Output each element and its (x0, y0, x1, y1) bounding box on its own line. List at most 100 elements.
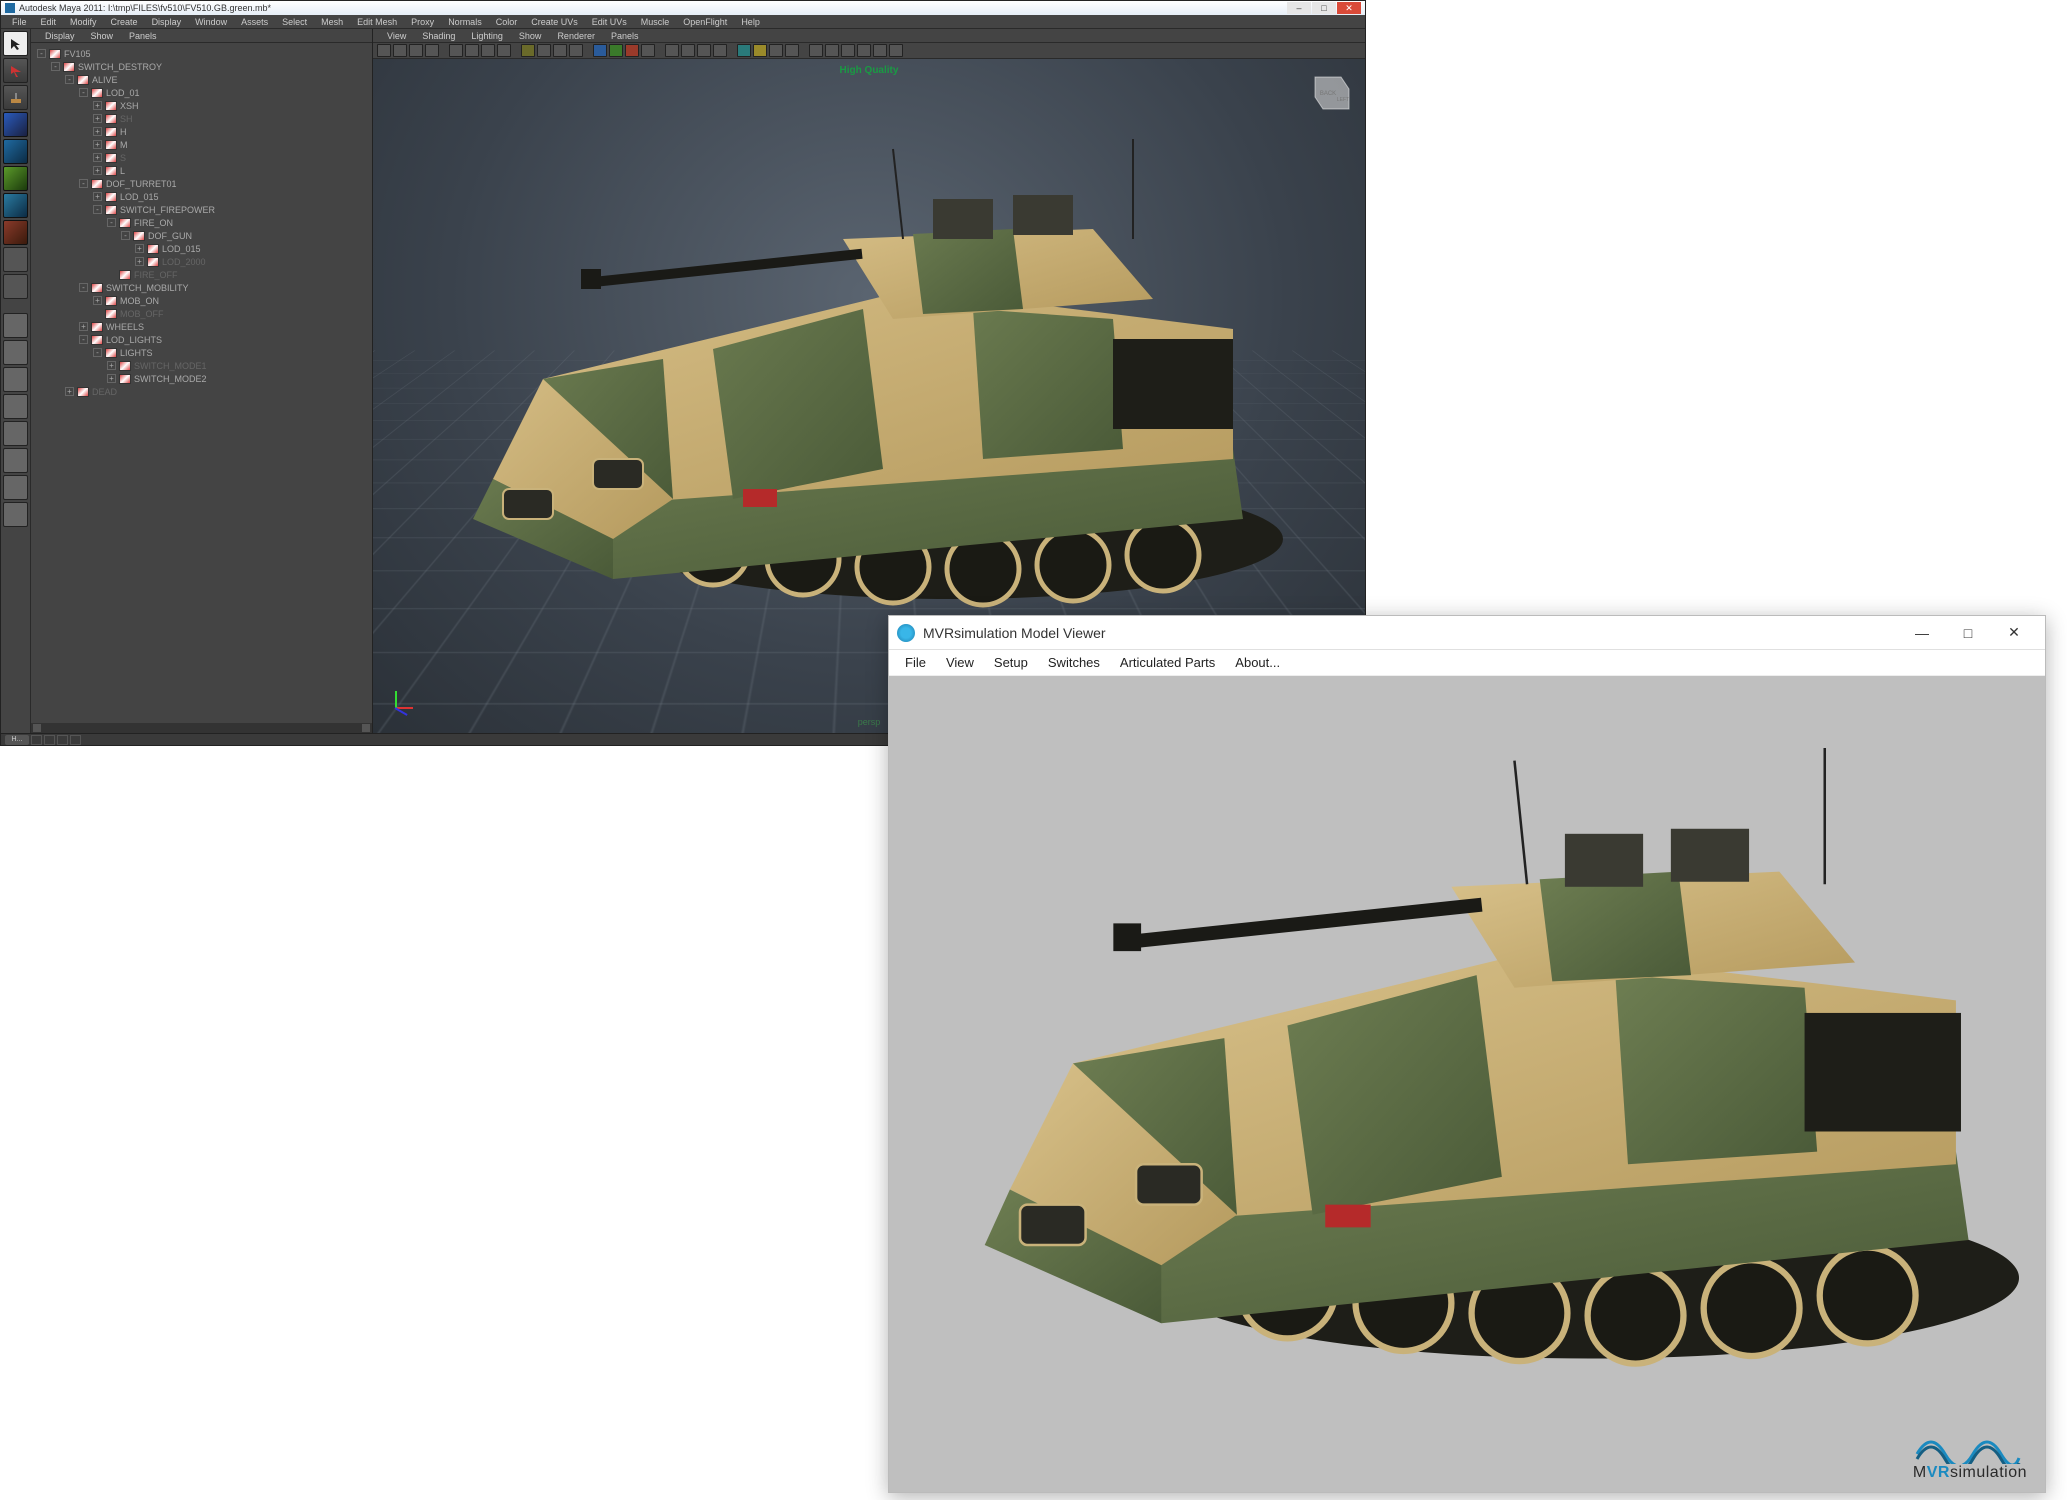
tree-node-dof_gun[interactable]: -DOF_GUN (31, 229, 372, 242)
tree-node-lod_015[interactable]: +LOD_015 (31, 190, 372, 203)
tree-node-wheels[interactable]: +WHEELS (31, 320, 372, 333)
expand-toggle-icon[interactable]: - (121, 231, 130, 240)
tree-node-lod_2000[interactable]: +LOD_2000 (31, 255, 372, 268)
layout-outliner-icon[interactable] (3, 448, 28, 473)
menu-modify[interactable]: Modify (63, 15, 104, 29)
expand-toggle-icon[interactable]: + (65, 387, 74, 396)
tree-node-alive[interactable]: -ALIVE (31, 73, 372, 86)
outliner-menu-display[interactable]: Display (37, 31, 83, 41)
outliner-tree[interactable]: -FV105-SWITCH_DESTROY-ALIVE-LOD_01+XSH+S… (31, 43, 372, 733)
expand-toggle-icon[interactable]: - (107, 218, 116, 227)
layout-two-v-icon[interactable] (3, 394, 28, 419)
expand-toggle-icon[interactable]: - (37, 49, 46, 58)
maximize-button[interactable]: □ (1945, 617, 1991, 649)
outliner-scrollbar[interactable] (31, 723, 372, 733)
lasso-tool-icon[interactable] (3, 58, 28, 83)
expand-toggle-icon[interactable]: - (79, 88, 88, 97)
viewport-menu-view[interactable]: View (379, 31, 414, 41)
layout-persp-icon[interactable] (3, 421, 28, 446)
menu-edit[interactable]: Edit (34, 15, 64, 29)
shelf-button-30[interactable] (809, 44, 823, 57)
scroll-left-icon[interactable] (33, 724, 41, 732)
shelf-button-8[interactable] (497, 44, 511, 57)
shelf-button-5[interactable] (449, 44, 463, 57)
expand-toggle-icon[interactable]: + (93, 166, 102, 175)
shelf-button-16[interactable] (609, 44, 623, 57)
outliner-menu-panels[interactable]: Panels (121, 31, 165, 41)
layout-two-h-icon[interactable] (3, 367, 28, 392)
model-fv510[interactable] (413, 119, 1293, 659)
expand-toggle-icon[interactable]: - (79, 179, 88, 188)
manip-tool-icon[interactable] (3, 193, 28, 218)
status-btn-4[interactable] (70, 735, 81, 745)
shelf-button-33[interactable] (857, 44, 871, 57)
shelf-button-28[interactable] (785, 44, 799, 57)
shelf-button-1[interactable] (393, 44, 407, 57)
menu-edit-uvs[interactable]: Edit UVs (585, 15, 634, 29)
status-btn-1[interactable] (31, 735, 42, 745)
viewcube[interactable]: BACK LEFT (1303, 69, 1353, 119)
tree-node-fire_off[interactable]: FIRE_OFF (31, 268, 372, 281)
close-button[interactable]: ✕ (1337, 2, 1361, 14)
shelf-button-10[interactable] (521, 44, 535, 57)
expand-toggle-icon[interactable]: + (93, 101, 102, 110)
expand-toggle-icon[interactable]: + (93, 192, 102, 201)
soft-select-icon[interactable] (3, 220, 28, 245)
minimize-button[interactable]: – (1287, 2, 1311, 14)
shelf-button-2[interactable] (409, 44, 423, 57)
shelf-button-23[interactable] (713, 44, 727, 57)
viewport-menu-renderer[interactable]: Renderer (549, 31, 603, 41)
maximize-button[interactable]: □ (1312, 2, 1336, 14)
shelf-button-21[interactable] (681, 44, 695, 57)
menu-color[interactable]: Color (489, 15, 525, 29)
tool-slot-1-icon[interactable] (3, 247, 28, 272)
menu-create-uvs[interactable]: Create UVs (524, 15, 585, 29)
shelf-button-17[interactable] (625, 44, 639, 57)
shelf-button-26[interactable] (753, 44, 767, 57)
tree-node-m[interactable]: +M (31, 138, 372, 151)
status-btn-3[interactable] (57, 735, 68, 745)
select-tool-icon[interactable] (3, 31, 28, 56)
expand-toggle-icon[interactable]: + (93, 153, 102, 162)
shelf-button-34[interactable] (873, 44, 887, 57)
shelf-button-13[interactable] (569, 44, 583, 57)
menu-assets[interactable]: Assets (234, 15, 275, 29)
expand-toggle-icon[interactable]: - (51, 62, 60, 71)
tree-node-xsh[interactable]: +XSH (31, 99, 372, 112)
expand-toggle-icon[interactable]: + (107, 374, 116, 383)
tree-node-lights[interactable]: -LIGHTS (31, 346, 372, 359)
minimize-button[interactable]: — (1899, 617, 1945, 649)
viewport-menu-lighting[interactable]: Lighting (463, 31, 511, 41)
outliner-menu-show[interactable]: Show (83, 31, 122, 41)
shelf-button-35[interactable] (889, 44, 903, 57)
paint-tool-icon[interactable] (3, 85, 28, 110)
mv-menu-about-[interactable]: About... (1225, 655, 1290, 670)
menu-file[interactable]: File (5, 15, 34, 29)
tree-node-l[interactable]: +L (31, 164, 372, 177)
tree-node-s[interactable]: +S (31, 151, 372, 164)
menu-create[interactable]: Create (104, 15, 145, 29)
expand-toggle-icon[interactable]: + (93, 127, 102, 136)
tree-node-fire_on[interactable]: -FIRE_ON (31, 216, 372, 229)
shelf-button-3[interactable] (425, 44, 439, 57)
tree-node-lod_lights[interactable]: -LOD_LIGHTS (31, 333, 372, 346)
layout-single-icon[interactable] (3, 313, 28, 338)
tool-slot-2-icon[interactable] (3, 274, 28, 299)
tree-node-switch_mode2[interactable]: +SWITCH_MODE2 (31, 372, 372, 385)
expand-toggle-icon[interactable]: + (93, 140, 102, 149)
expand-toggle-icon[interactable]: - (79, 283, 88, 292)
mv-menu-articulated-parts[interactable]: Articulated Parts (1110, 655, 1225, 670)
expand-toggle-icon[interactable]: - (65, 75, 74, 84)
mv-menu-setup[interactable]: Setup (984, 655, 1038, 670)
mv-menu-switches[interactable]: Switches (1038, 655, 1110, 670)
expand-toggle-icon[interactable]: + (93, 296, 102, 305)
shelf-button-18[interactable] (641, 44, 655, 57)
tree-node-mob_on[interactable]: +MOB_ON (31, 294, 372, 307)
move-tool-icon[interactable] (3, 112, 28, 137)
shelf-button-22[interactable] (697, 44, 711, 57)
tree-node-fv105[interactable]: -FV105 (31, 47, 372, 60)
menu-openflight[interactable]: OpenFlight (676, 15, 734, 29)
layout-four-icon[interactable] (3, 340, 28, 365)
shelf-button-6[interactable] (465, 44, 479, 57)
viewport-menu-show[interactable]: Show (511, 31, 550, 41)
